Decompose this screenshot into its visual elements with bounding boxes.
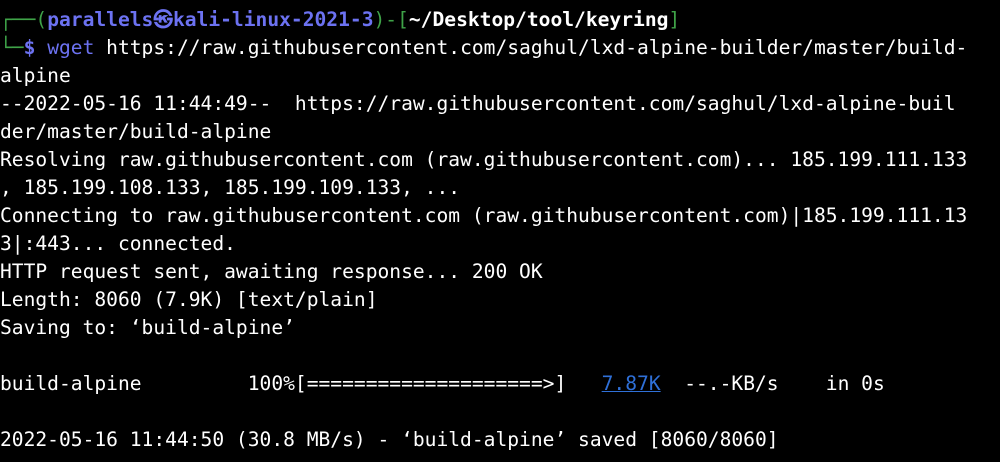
progress-bar: [====================>] (294, 372, 567, 395)
progress-rate: --.-KB/s (684, 372, 779, 395)
prompt-corner-top: ┌──( (0, 8, 48, 31)
output-line: Resolving raw.githubusercontent.com (raw… (0, 148, 968, 171)
progress-time: in 0s (825, 372, 885, 395)
prompt-symbol: $ (23, 36, 36, 59)
output-line: , 185.199.108.133, 185.199.109.133, ... (0, 176, 461, 199)
prompt-user-host: parallels㉿kali-linux-2021-3 (47, 8, 374, 31)
final-status-line: 2022-05-16 11:44:50 (30.8 MB/s) - ‘build… (0, 428, 779, 451)
prompt-bracket-end: ] (668, 8, 681, 31)
command-name: wget (47, 36, 95, 59)
output-line: der/master/build-alpine (0, 120, 272, 143)
progress-filename: build-alpine (0, 372, 142, 395)
output-line: Connecting to raw.githubusercontent.com … (0, 204, 968, 227)
command-line[interactable]: └─$ wget https://raw.githubusercontent.c… (0, 34, 1000, 62)
command-args: https://raw.githubusercontent.com/saghul… (94, 36, 968, 59)
terminal-window[interactable]: ┌──(parallels㉿kali-linux-2021-3)-[~/Desk… (0, 0, 1000, 454)
prompt-path: ~/Desktop/tool/keyring (408, 8, 669, 31)
output-line: 3|:443... connected. (0, 232, 236, 255)
progress-percent: 100% (247, 372, 295, 395)
prompt-corner-bottom: └─ (0, 36, 24, 59)
prompt-line-top: ┌──(parallels㉿kali-linux-2021-3)-[~/Desk… (0, 6, 1000, 34)
output-line: HTTP request sent, awaiting response... … (0, 260, 543, 283)
prompt-separator: )-[ (373, 8, 409, 31)
progress-line: build-alpine 100%[====================>]… (0, 370, 1000, 398)
progress-size-link[interactable]: 7.87K (602, 372, 661, 395)
output-line: Saving to: ‘build-alpine’ (0, 316, 295, 339)
command-args-wrap: alpine (0, 64, 71, 87)
output-line: Length: 8060 (7.9K) [text/plain] (0, 288, 378, 311)
output-line: --2022-05-16 11:44:49-- https://raw.gith… (0, 92, 956, 115)
